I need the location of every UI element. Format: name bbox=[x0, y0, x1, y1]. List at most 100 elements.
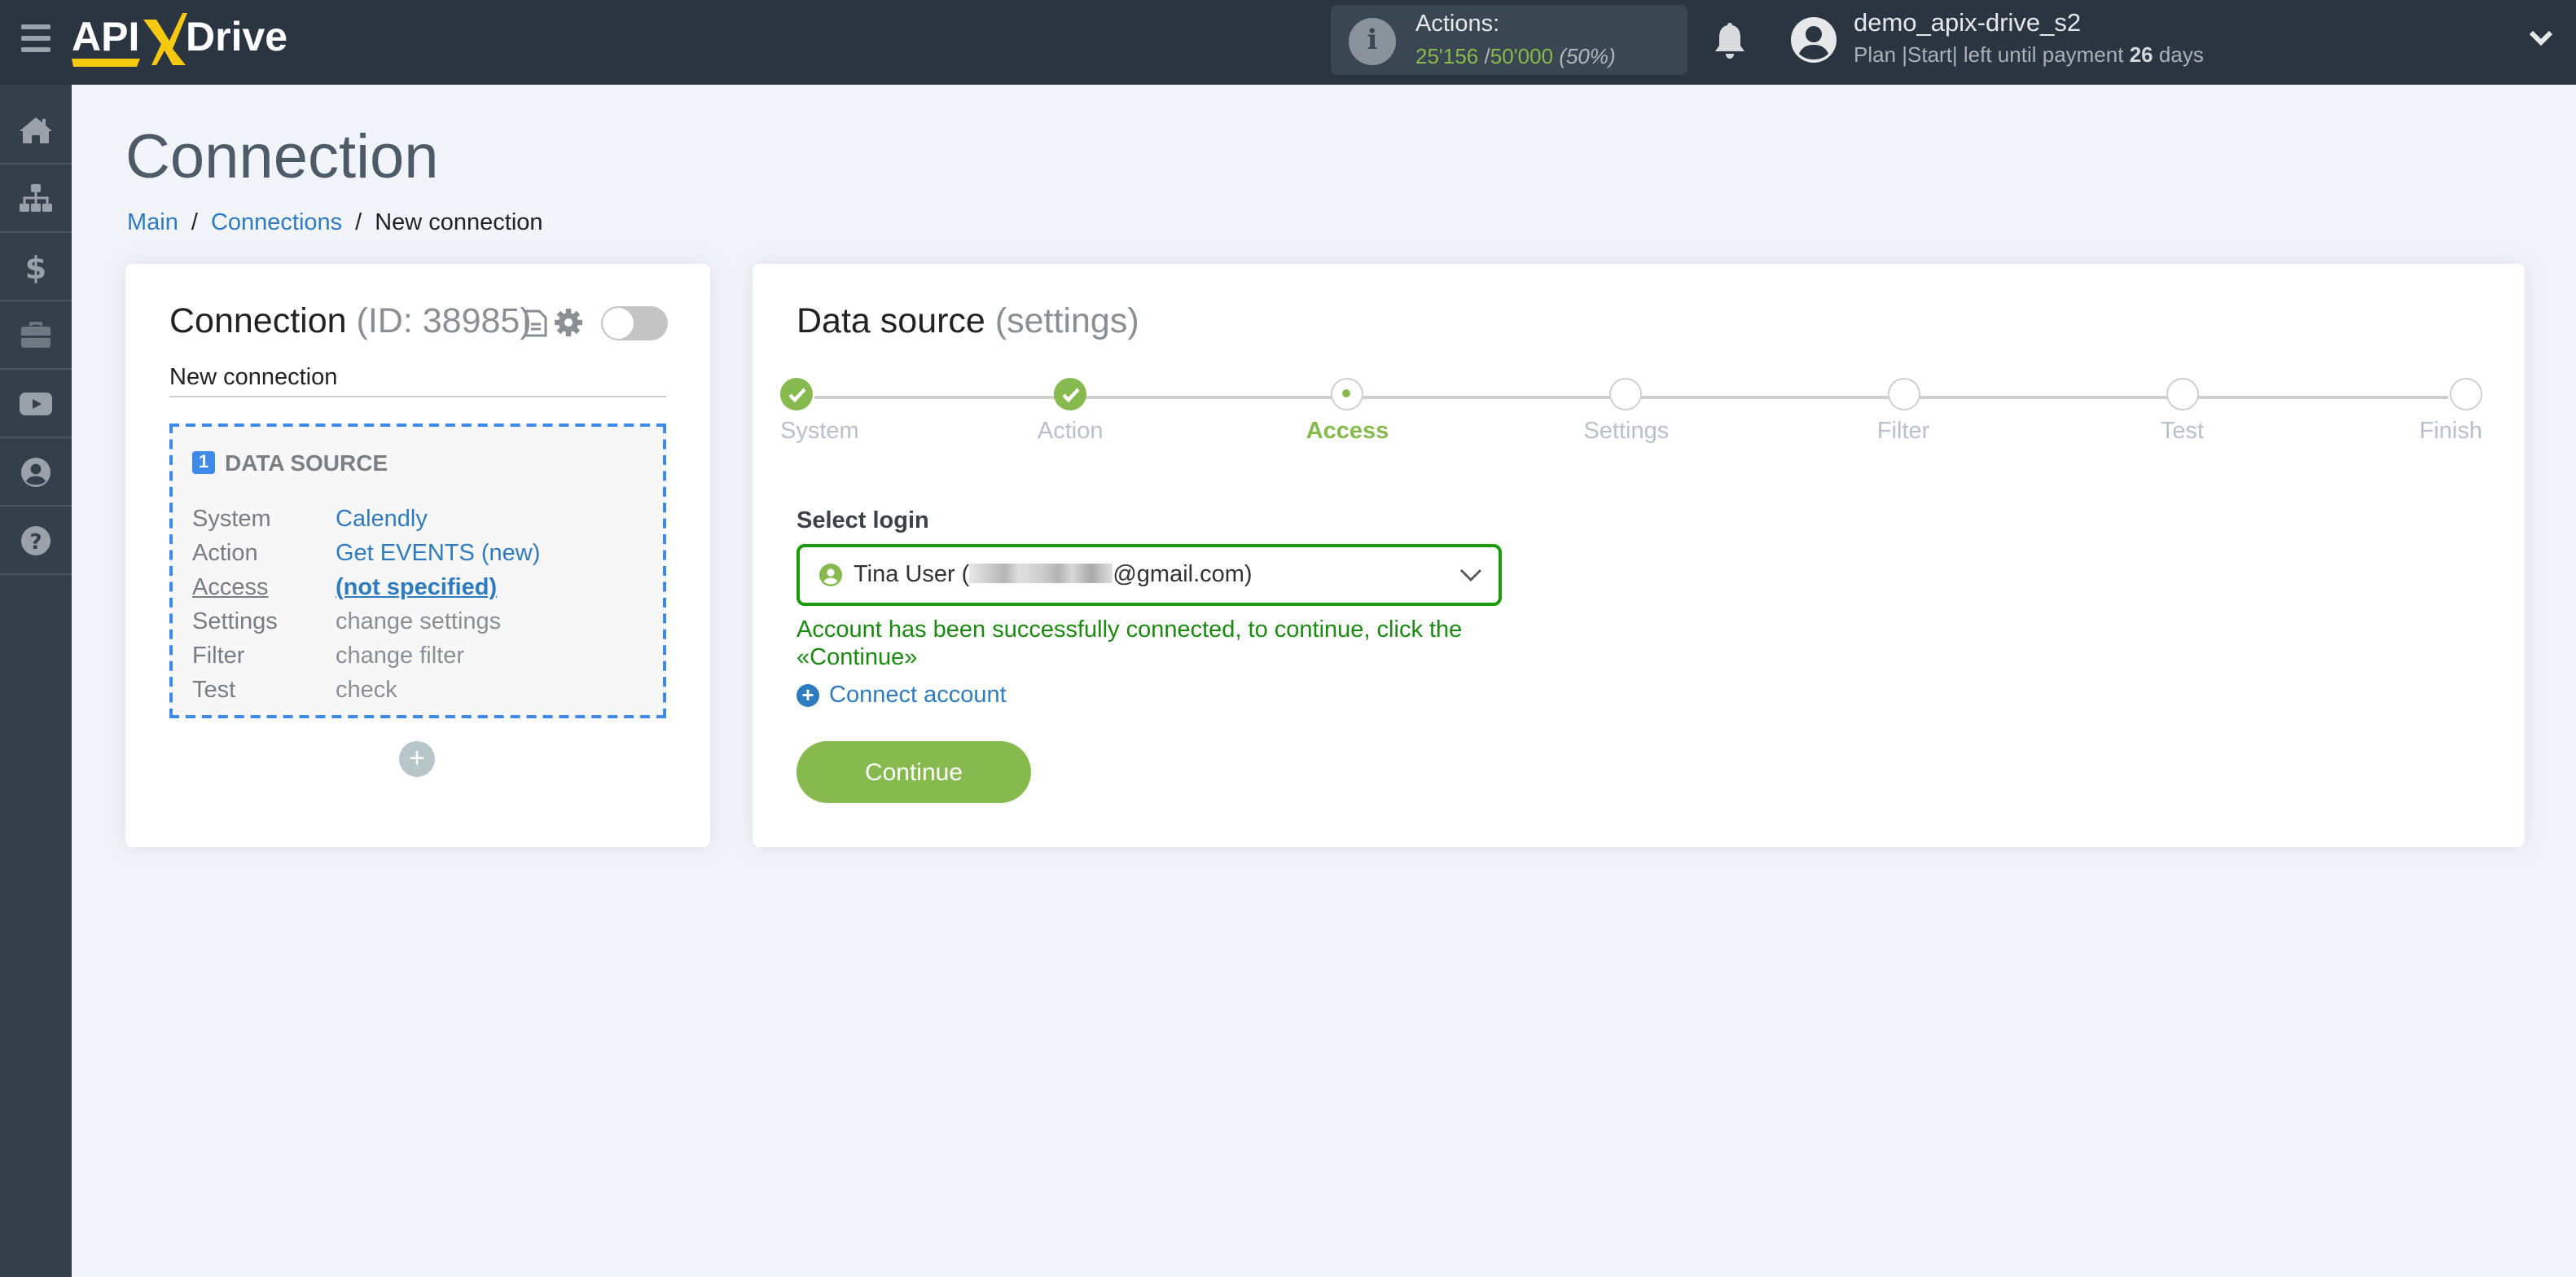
breadcrumb-connections[interactable]: Connections bbox=[211, 210, 342, 236]
step-current-dot-icon bbox=[1331, 378, 1364, 410]
step-access[interactable]: Access bbox=[1283, 378, 1413, 445]
row-action: Action Get EVENTS (new) bbox=[192, 538, 540, 572]
actions-values: 25'156 /50'000 (50%) bbox=[1415, 44, 1616, 68]
step-action[interactable]: Action bbox=[1005, 378, 1135, 445]
app-root: API Drive i Actions: 25'156 /50'000 (50%… bbox=[0, 0, 2576, 1277]
row-value-settings[interactable]: change settings bbox=[336, 606, 501, 640]
panel-title-text: Data source bbox=[796, 301, 985, 340]
add-block-button[interactable]: + bbox=[399, 741, 435, 777]
user-plan: Plan |Start| left until payment 26 days bbox=[1854, 42, 2204, 67]
days-suffix: days bbox=[2158, 42, 2204, 67]
breadcrumb-main[interactable]: Main bbox=[127, 210, 178, 236]
row-system: System Calendly bbox=[192, 503, 540, 538]
dollar-icon: $ bbox=[25, 250, 46, 283]
row-filter: Filter change filter bbox=[192, 640, 540, 674]
svg-text:$: $ bbox=[25, 250, 46, 283]
continue-button[interactable]: Continue bbox=[796, 741, 1031, 803]
select-login-dropdown[interactable]: Tina User ( @gmail.com) bbox=[796, 544, 1502, 606]
step-label: Access bbox=[1306, 419, 1389, 445]
row-key: Settings bbox=[192, 609, 278, 635]
step-test[interactable]: Test bbox=[2117, 378, 2248, 445]
avatar-icon[interactable] bbox=[1790, 16, 1837, 64]
chevron-down-icon bbox=[1460, 569, 1481, 581]
data-source-block[interactable]: 1 DATA SOURCE System Calendly Action Get… bbox=[169, 423, 666, 718]
user-circle-icon bbox=[21, 457, 50, 486]
sidebar-item-home[interactable] bbox=[0, 96, 72, 165]
step-empty-circle-icon bbox=[2166, 378, 2199, 410]
connection-toggle[interactable] bbox=[601, 306, 668, 340]
user-name[interactable]: demo_apix-drive_s2 bbox=[1854, 10, 2081, 39]
document-icon[interactable] bbox=[524, 309, 547, 337]
step-settings[interactable]: Settings bbox=[1561, 378, 1692, 445]
actions-used: 25'156 bbox=[1415, 44, 1479, 68]
sidebar-item-billing[interactable]: $ bbox=[0, 233, 72, 301]
step-label: Settings bbox=[1583, 419, 1670, 445]
info-icon: i bbox=[1349, 18, 1396, 65]
chevron-down-icon[interactable] bbox=[2528, 26, 2554, 49]
step-label: Test bbox=[2160, 419, 2205, 445]
actions-separator: / bbox=[1484, 44, 1490, 68]
row-settings: Settings change settings bbox=[192, 606, 540, 640]
row-value-system[interactable]: Calendly bbox=[336, 503, 428, 538]
actions-total: 50'000 bbox=[1490, 44, 1554, 68]
question-icon: ? bbox=[21, 525, 50, 555]
gear-icon[interactable] bbox=[554, 308, 583, 337]
step-label: Filter bbox=[1876, 419, 1930, 445]
panel-title-suffix: (settings) bbox=[994, 301, 1139, 340]
sidebar-item-profile[interactable] bbox=[0, 438, 72, 507]
apixdrive-logo[interactable]: API Drive bbox=[72, 10, 300, 68]
connection-name-input[interactable] bbox=[169, 365, 666, 397]
sidebar-item-help[interactable]: ? bbox=[0, 507, 72, 575]
breadcrumb-current: New connection bbox=[375, 210, 543, 236]
connection-panel: Connection (ID: 38985) 1 DATA SOURCE bbox=[125, 264, 710, 847]
actions-counter[interactable]: i Actions: 25'156 /50'000 (50%) bbox=[1331, 5, 1687, 75]
connection-id: (ID: 38985) bbox=[356, 301, 532, 340]
row-key: System bbox=[192, 507, 271, 533]
actions-percent: (50%) bbox=[1559, 44, 1616, 68]
user-icon bbox=[819, 564, 842, 586]
step-label: Finish bbox=[2419, 419, 2482, 445]
sidebar-item-connections[interactable] bbox=[0, 165, 72, 233]
connect-account-link[interactable]: + Connect account bbox=[796, 682, 1007, 709]
row-value-access[interactable]: (not specified) bbox=[336, 572, 497, 606]
row-test: Test check bbox=[192, 674, 540, 709]
row-key-access[interactable]: Access bbox=[192, 572, 336, 606]
step-filter[interactable]: Filter bbox=[1838, 378, 1968, 445]
selected-login-suffix: @gmail.com) bbox=[1112, 562, 1253, 588]
top-header: API Drive i Actions: 25'156 /50'000 (50%… bbox=[0, 0, 2576, 85]
days-left: 26 bbox=[2129, 42, 2153, 67]
row-value-action[interactable]: Get EVENTS (new) bbox=[336, 538, 540, 572]
breadcrumb-separator: / bbox=[191, 210, 198, 236]
bell-icon[interactable] bbox=[1712, 21, 1748, 60]
step-system[interactable]: System bbox=[780, 378, 911, 445]
step-empty-circle-icon bbox=[1887, 378, 1920, 410]
data-source-title: DATA SOURCE bbox=[225, 450, 388, 476]
step-finish[interactable]: Finish bbox=[2352, 378, 2482, 445]
briefcase-icon bbox=[21, 321, 50, 347]
svg-text:Drive: Drive bbox=[186, 14, 287, 59]
redacted-email bbox=[969, 564, 1113, 583]
sitemap-icon bbox=[20, 183, 52, 211]
selected-login: Tina User ( @gmail.com) bbox=[854, 562, 1253, 588]
toggle-knob bbox=[603, 308, 634, 339]
page-title: Connection bbox=[125, 124, 439, 192]
progress-stepper: System Action Access Settings Filter Tes… bbox=[780, 378, 2482, 459]
data-source-settings-panel: Data source (settings) System Action Acc… bbox=[753, 264, 2525, 847]
row-key: Test bbox=[192, 678, 236, 704]
plus-circle-icon: + bbox=[796, 683, 819, 707]
row-value-filter[interactable]: change filter bbox=[336, 640, 464, 674]
step-empty-circle-icon bbox=[2450, 378, 2482, 410]
row-key: Filter bbox=[192, 643, 245, 669]
home-icon bbox=[20, 116, 52, 143]
sidebar: $ ? bbox=[0, 85, 72, 1277]
row-value-test[interactable]: check bbox=[336, 674, 397, 709]
sidebar-item-video[interactable] bbox=[0, 370, 72, 438]
svg-text:API: API bbox=[72, 14, 139, 59]
selected-login-prefix: Tina User ( bbox=[854, 562, 970, 588]
connection-title: Connection (ID: 38985) bbox=[169, 301, 532, 342]
step-number-badge: 1 bbox=[192, 451, 215, 474]
sidebar-item-services[interactable] bbox=[0, 301, 72, 370]
step-check-icon bbox=[1054, 378, 1087, 410]
data-source-rows: System Calendly Action Get EVENTS (new) … bbox=[192, 503, 540, 709]
menu-icon[interactable] bbox=[21, 24, 50, 52]
